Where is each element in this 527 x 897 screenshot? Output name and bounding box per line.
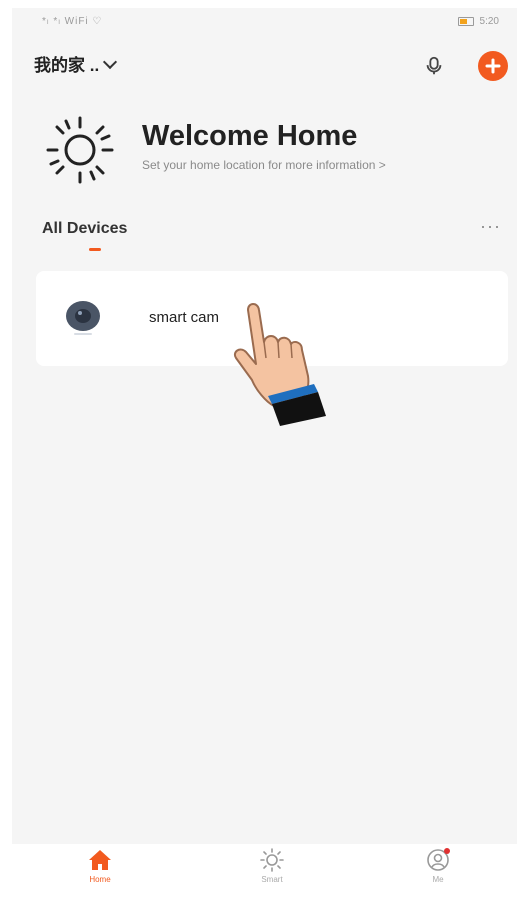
tab-label: Me (432, 875, 444, 884)
home-name: 我的家 .. (34, 56, 100, 75)
sun-icon (260, 848, 284, 872)
signal-indicators: *ₗ *ₗ WiFi ♡ (42, 16, 103, 27)
tab-me[interactable]: Me (408, 848, 468, 884)
add-device-button[interactable] (478, 51, 508, 81)
microphone-button[interactable] (420, 52, 448, 80)
tab-smart[interactable]: Smart (242, 848, 302, 884)
home-selector[interactable]: 我的家 .. (34, 51, 118, 76)
plus-icon (485, 58, 501, 74)
tab-label: Home (89, 875, 111, 884)
phone-screen: *ₗ *ₗ WiFi ♡ 5:20 我的家 .. Welcome Home Se… (12, 8, 517, 893)
status-bar: *ₗ *ₗ WiFi ♡ 5:20 (12, 8, 517, 34)
all-devices-tab[interactable]: All Devices (42, 220, 127, 238)
welcome-title: Welcome Home (142, 120, 358, 152)
user-icon (427, 848, 450, 871)
status-time: 5:20 (479, 16, 499, 27)
tab-indicator (89, 248, 101, 251)
device-name: smart cam (149, 309, 220, 326)
status-right: 5:20 (455, 16, 499, 27)
sun-icon (46, 116, 114, 184)
chevron-down-icon (103, 54, 118, 69)
tab-label: Smart (261, 875, 283, 884)
bottom-tab-bar: Home Smart Me (12, 844, 517, 893)
camera-icon (66, 301, 100, 335)
battery-icon (457, 16, 474, 26)
house-icon (89, 850, 111, 870)
microphone-icon (426, 56, 442, 75)
tab-home[interactable]: Home (70, 848, 130, 884)
more-options-button[interactable]: ··· (480, 216, 501, 237)
pointing-hand-icon (234, 303, 326, 426)
set-location-link[interactable]: Set your home location for more informat… (142, 158, 386, 172)
